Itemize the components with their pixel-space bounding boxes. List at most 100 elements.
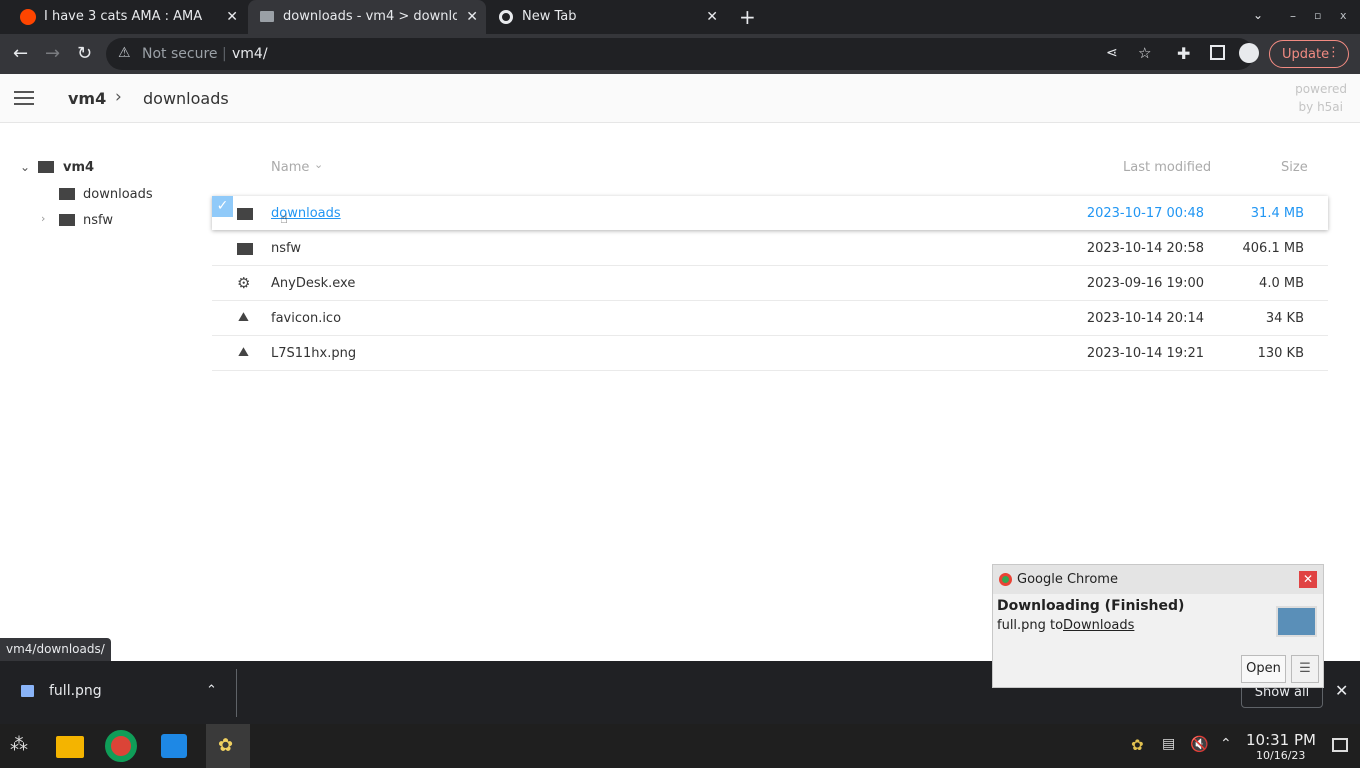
close-notification-icon[interactable]: ✕ <box>1299 571 1317 588</box>
clipboard-icon[interactable]: ▤ <box>1162 736 1175 752</box>
share-icon[interactable]: ⋖ <box>1106 45 1118 61</box>
tab-title: New Tab <box>522 9 577 24</box>
maximize-icon[interactable]: ▫ <box>1314 9 1321 22</box>
row-size: 4.0 MB <box>1259 276 1304 291</box>
folder-icon <box>237 243 253 255</box>
close-shelf-icon[interactable]: ✕ <box>1335 681 1348 700</box>
close-window-icon[interactable]: x <box>1340 9 1347 22</box>
tab-strip: I have 3 cats AMA : AMA ✕ downloads - vm… <box>0 0 1360 34</box>
bookmark-star-icon[interactable]: ☆ <box>1138 44 1151 62</box>
folder-icon <box>237 208 253 220</box>
row-size: 130 KB <box>1257 346 1304 361</box>
row-modified: 2023-10-14 20:14 <box>1086 311 1204 326</box>
clock-time[interactable]: 10:31 PM <box>1246 731 1316 749</box>
side-panel-icon[interactable] <box>1210 45 1225 60</box>
table-row[interactable]: ⛰ favicon.ico 2023-10-14 20:14 34 KB <box>212 301 1328 336</box>
tab-new[interactable]: New Tab ✕ <box>488 0 726 34</box>
folder-icon <box>59 188 75 200</box>
image-icon: ⛰ <box>238 345 249 360</box>
options-icon[interactable]: ☰ <box>1291 655 1319 683</box>
show-desktop-icon[interactable] <box>1332 738 1348 752</box>
tab-reddit[interactable]: I have 3 cats AMA : AMA ✕ <box>8 0 246 34</box>
folder-tree: ⌄ vm4 downloads › nsfw <box>0 123 200 661</box>
reload-icon[interactable]: ↻ <box>77 44 92 64</box>
reddit-icon <box>20 9 36 25</box>
bee-icon: ✿ <box>218 735 234 756</box>
new-tab-icon[interactable]: + <box>739 5 756 29</box>
chrome-taskbar-icon[interactable] <box>105 730 137 762</box>
download-filename[interactable]: full.png <box>49 683 102 699</box>
update-label: Update <box>1282 46 1330 62</box>
table-row[interactable]: ✓ downloads 2023-10-17 00:48 31.4 MB ☝ <box>212 196 1328 230</box>
tray-bee-icon[interactable]: ✿ <box>1131 736 1144 754</box>
folder-icon <box>59 214 75 226</box>
row-size: 34 KB <box>1265 311 1304 326</box>
tree-collapse-icon[interactable]: ⌄ <box>20 160 30 174</box>
url-text[interactable]: vm4/ <box>232 46 268 62</box>
table-row[interactable]: nsfw 2023-10-14 20:58 406.1 MB <box>212 231 1328 266</box>
close-tab-icon[interactable]: ✕ <box>226 9 238 25</box>
clock-date[interactable]: 10/16/23 <box>1256 749 1305 762</box>
table-row[interactable]: ⚙ AnyDesk.exe 2023-09-16 19:00 4.0 MB <box>212 266 1328 301</box>
tree-item-downloads[interactable]: downloads <box>83 187 153 202</box>
row-name[interactable]: AnyDesk.exe <box>271 276 355 291</box>
divider: | <box>222 46 227 62</box>
notification-titlebar: Google Chrome ✕ <box>993 565 1323 594</box>
warning-icon: ⚠ <box>118 45 131 61</box>
close-tab-icon[interactable]: ✕ <box>466 9 478 25</box>
breadcrumb-current[interactable]: downloads <box>143 89 229 108</box>
close-tab-icon[interactable]: ✕ <box>706 9 718 25</box>
table-row[interactable]: ⛰ L7S11hx.png 2023-10-14 19:21 130 KB <box>212 336 1328 371</box>
row-name[interactable]: favicon.ico <box>271 311 341 326</box>
status-url: vm4/downloads/ <box>6 642 105 656</box>
store-icon[interactable] <box>161 734 187 758</box>
notification-title: Downloading (Finished) <box>997 598 1185 614</box>
row-modified: 2023-10-14 19:21 <box>1086 346 1204 361</box>
folder-icon <box>38 161 54 173</box>
extensions-icon[interactable]: ✚ <box>1177 44 1190 64</box>
column-last-modified[interactable]: Last modified <box>1123 160 1211 175</box>
downloads-link[interactable]: Downloads <box>1063 618 1134 633</box>
file-manager-icon[interactable] <box>56 736 84 758</box>
tray-expand-icon[interactable]: ⌃ <box>1220 736 1232 752</box>
notification-app: Google Chrome <box>1017 572 1118 587</box>
tab-title: downloads - vm4 > downloads <box>283 9 457 24</box>
tree-item-nsfw[interactable]: nsfw <box>83 213 113 228</box>
security-label: Not secure <box>142 46 218 62</box>
back-icon[interactable]: ← <box>13 44 28 64</box>
hamburger-icon[interactable] <box>14 91 34 105</box>
launcher-icon[interactable]: ⁂ <box>10 734 28 755</box>
tab-search-icon[interactable]: ⌄ <box>1253 8 1263 22</box>
page-header: vm4 › downloads powered by h5ai <box>0 74 1360 123</box>
chevron-up-icon[interactable]: ⌃ <box>206 683 217 698</box>
volume-muted-icon[interactable]: 🔇 <box>1190 735 1209 753</box>
status-bubble: vm4/downloads/ <box>0 638 111 661</box>
tab-downloads[interactable]: downloads - vm4 > downloads ✕ <box>248 0 486 34</box>
column-size[interactable]: Size <box>1281 160 1308 175</box>
tree-expand-icon[interactable]: › <box>41 212 45 225</box>
chrome-icon <box>499 10 513 24</box>
minimize-icon[interactable]: – <box>1290 9 1296 23</box>
column-name[interactable]: Name <box>271 160 309 175</box>
browser-toolbar: ← → ↻ ⚠ Not secure | vm4/ ⋖ ☆ ✚ <box>0 34 1360 74</box>
active-app-highlight[interactable]: ✿ <box>206 724 250 768</box>
tree-root[interactable]: vm4 <box>63 160 94 175</box>
open-label: Open <box>1246 661 1281 676</box>
divider <box>236 669 237 717</box>
checkbox-checked-icon[interactable]: ✓ <box>212 196 233 217</box>
row-modified: 2023-10-14 20:58 <box>1086 241 1204 256</box>
breadcrumb-chevron-icon: › <box>115 87 122 107</box>
update-button[interactable]: Update ⋮ <box>1269 40 1349 68</box>
row-modified: 2023-10-17 00:48 <box>1086 206 1204 221</box>
row-size: 406.1 MB <box>1242 241 1304 256</box>
breadcrumb-root[interactable]: vm4 <box>68 89 106 108</box>
powered-by-line2[interactable]: by h5ai <box>1290 100 1343 114</box>
menu-dots-icon: ⋮ <box>1327 45 1340 60</box>
forward-icon[interactable]: → <box>45 44 60 64</box>
open-button[interactable]: Open <box>1241 655 1286 683</box>
row-name[interactable]: L7S11hx.png <box>271 346 356 361</box>
profile-icon[interactable] <box>1239 43 1259 63</box>
folder-icon <box>260 11 274 22</box>
row-name[interactable]: nsfw <box>271 241 301 256</box>
omnibox[interactable]: ⚠ Not secure | vm4/ ⋖ ☆ <box>106 38 1254 70</box>
